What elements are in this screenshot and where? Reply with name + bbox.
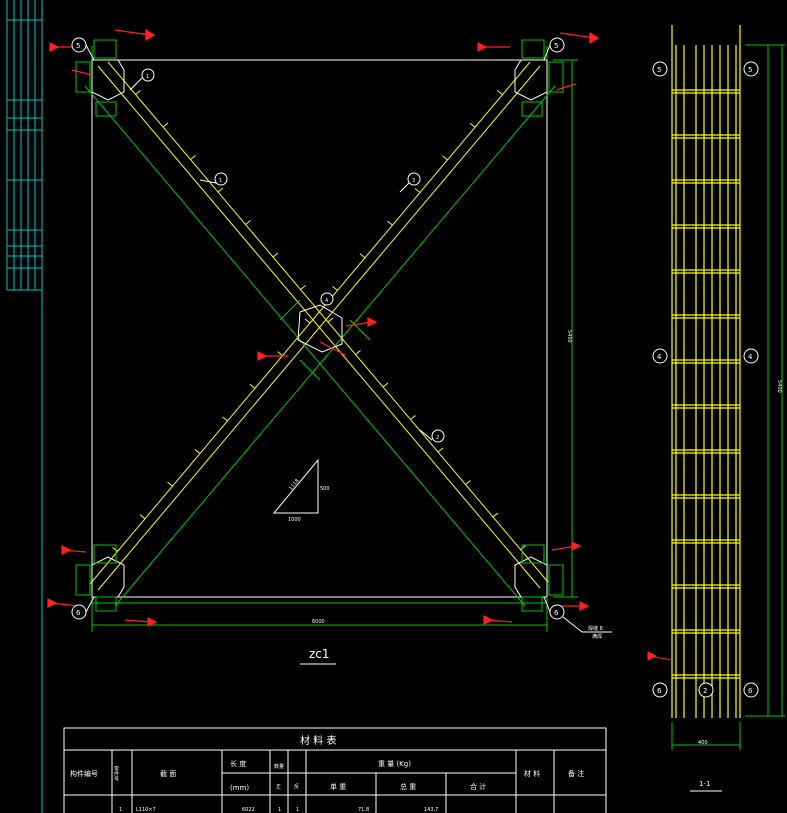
balloon-6-bottom-left: 6	[76, 609, 81, 617]
weld-note-1: 焊缝 8	[588, 625, 603, 632]
weld-tick	[442, 155, 448, 161]
cell-total-weight: 143.7	[424, 807, 438, 813]
main-view-title: zc1	[309, 647, 330, 661]
slope-hyp-label: 1118	[288, 478, 301, 492]
weld-tick	[135, 90, 141, 95]
cell-length: 6022	[242, 807, 255, 813]
weld-tick	[437, 447, 444, 453]
weld-tick	[245, 220, 251, 225]
th-unit-weight: 单 重	[330, 782, 346, 791]
weld-tick	[497, 90, 503, 96]
balloon-4-center: 4	[325, 298, 328, 304]
th-section: 截 面	[160, 769, 176, 778]
cell-unit-weight: 71.8	[358, 807, 369, 813]
th-component-no: 构件编号	[70, 769, 98, 778]
weld-tick	[414, 188, 421, 193]
cad-drawing: 500 1000 1118 6000 5400 5 5 6 6 1 1 3 2 …	[6, 0, 785, 813]
th-qty-neg: 反	[294, 783, 299, 790]
weld-tick	[332, 285, 338, 291]
section-view-title: 1-1	[699, 780, 710, 788]
weld-tick	[162, 122, 169, 128]
weld-tick	[387, 220, 393, 226]
th-qty-pos: 正	[276, 784, 281, 790]
cell-qty-pos: 1	[278, 807, 281, 813]
title-strip	[6, 0, 43, 813]
balloon-2-member: 2	[436, 435, 439, 441]
section-balloon-5-left: 5	[657, 66, 661, 74]
th-quantity: 数量	[274, 763, 284, 770]
th-part-no: 零件号	[113, 766, 119, 782]
slope-run-label: 1000	[288, 517, 301, 523]
section-balloon-5-right: 5	[748, 66, 752, 74]
weld-tick	[520, 545, 526, 550]
main-width-dim: 6000	[312, 619, 325, 625]
balloon-5-top-left: 5	[76, 42, 80, 50]
main-height-dim: 5400	[566, 330, 572, 343]
section-view-frame	[671, 25, 741, 718]
balloon-leaders	[85, 44, 612, 633]
th-sum: 合 计	[470, 782, 486, 791]
section-batten-plates	[672, 89, 740, 679]
weld-tick	[194, 449, 201, 454]
section-balloon-4-left: 4	[657, 353, 662, 361]
th-length-unit: (mm)	[230, 784, 249, 792]
weld-tick	[465, 480, 471, 485]
weld-tick	[359, 253, 366, 259]
weld-tick	[355, 350, 361, 355]
weld-tick	[249, 383, 256, 389]
weld-tick	[382, 382, 389, 388]
th-material: 材 料	[524, 769, 540, 778]
weld-tick	[469, 122, 476, 128]
section-balloon-6-left: 6	[657, 687, 662, 695]
weld-tick	[139, 514, 146, 520]
brace-member-1	[97, 61, 549, 589]
slope-rise-label: 500	[320, 486, 330, 492]
weld-tick	[190, 155, 196, 160]
section-balloons	[652, 61, 759, 698]
weld-tick	[272, 252, 279, 258]
weld-tick	[492, 512, 499, 518]
balloon-1-corner: 1	[146, 74, 149, 80]
balloon-1-member: 1	[219, 178, 222, 184]
weld-tick	[300, 285, 306, 290]
weld-tick	[217, 187, 224, 193]
brace-member-2	[89, 61, 541, 591]
cell-section: L110×7	[136, 807, 156, 813]
th-weight: 重 量 (Kg)	[378, 760, 411, 768]
weld-tick	[277, 351, 283, 357]
weld-tick	[327, 317, 334, 323]
weld-tick	[112, 546, 118, 552]
weld-tick	[304, 318, 311, 324]
section-balloon-2-mid: 2	[703, 687, 707, 695]
balloon-6-bottom-right: 6	[554, 609, 559, 617]
th-remarks: 备 注	[568, 769, 584, 778]
weld-tick	[410, 415, 416, 420]
balloon-3-member: 3	[412, 178, 415, 184]
th-total-weight: 总 重	[400, 782, 416, 791]
member-dimension-lines	[84, 46, 578, 632]
section-height-dim: 5400	[776, 380, 782, 393]
weld-tick	[222, 416, 228, 422]
cell-part: 1	[119, 807, 122, 813]
section-balloon-4-right: 4	[748, 353, 753, 361]
weld-note-2: 满焊	[592, 633, 602, 640]
cell-qty-neg: 1	[296, 807, 299, 813]
table-row: 1 L110×7 6022 1 1 71.8 143.7	[119, 807, 438, 813]
weld-tick	[167, 481, 173, 487]
section-balloon-6-right: 6	[748, 687, 753, 695]
balloon-5-top-right: 5	[554, 42, 558, 50]
section-side-marker	[647, 651, 673, 661]
section-width-dim: 400	[698, 740, 708, 746]
table-title: 材 料 表	[300, 734, 336, 747]
th-length: 长 度	[230, 759, 246, 768]
